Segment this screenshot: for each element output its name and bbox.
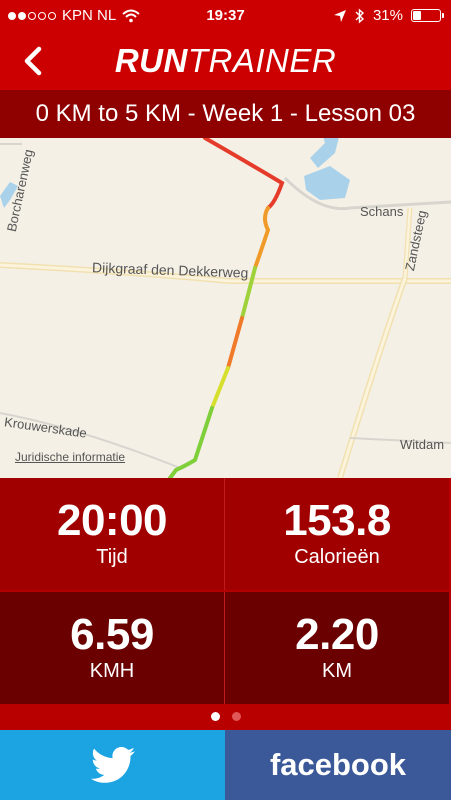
street-label: Witdam [400,437,445,452]
navigation-bar: RUNTRAINER [0,32,451,90]
twitter-bird-icon [91,747,135,783]
water-body [304,166,350,200]
facebook-label: facebook [269,747,407,782]
stat-value: 20:00 [56,496,168,545]
stat-time: 20:00 Tijd [0,478,224,590]
stat-value: 153.8 [283,496,391,545]
route-map[interactable]: Borcharenweg Schans Zandsteeg Dijkgraaf … [0,138,451,478]
logo-bold-text: RUN [114,42,188,79]
facebook-share-button[interactable]: facebook [225,730,451,800]
battery-percent: 31% [372,7,403,24]
route-segment [203,138,285,210]
logo-thin-text: TRAINER [187,42,337,79]
stat-label: Calorieën [294,546,380,568]
route-segment [226,316,244,370]
stat-label: Tijd [96,546,128,568]
road [338,277,407,478]
divider [0,590,451,592]
stat-value: 2.20 [295,610,379,659]
location-arrow-icon [333,9,346,22]
lesson-title: 0 KM to 5 KM - Week 1 - Lesson 03 [0,90,451,138]
route-segment [253,206,271,270]
twitter-share-button[interactable] [0,730,225,800]
battery-fill [413,11,421,20]
page-dot-active[interactable] [211,712,220,721]
stat-speed: 6.59 KMH [0,592,224,704]
stat-label: KM [322,660,352,682]
status-bar: KPN NL 19:37 31% [0,0,451,32]
stat-value: 6.59 [70,610,154,659]
water-body [310,138,339,168]
street-label: Schans [360,204,404,219]
stat-calories: 153.8 Calorieën [225,478,449,590]
stat-label: KMH [89,660,135,682]
battery-icon [411,9,444,22]
bluetooth-icon [355,7,364,24]
stats-grid: 20:00 Tijd 153.8 Calorieën 6.59 KMH 2.20… [0,478,451,704]
page-indicator[interactable] [0,704,451,730]
status-right-group: 31% [333,7,444,24]
stat-distance: 2.20 KM [225,592,449,704]
app-logo: RUNTRAINER [0,42,451,80]
legal-info-link[interactable]: Juridische informatie [15,450,125,464]
route-segment [210,366,230,410]
page-dot[interactable] [232,712,241,721]
